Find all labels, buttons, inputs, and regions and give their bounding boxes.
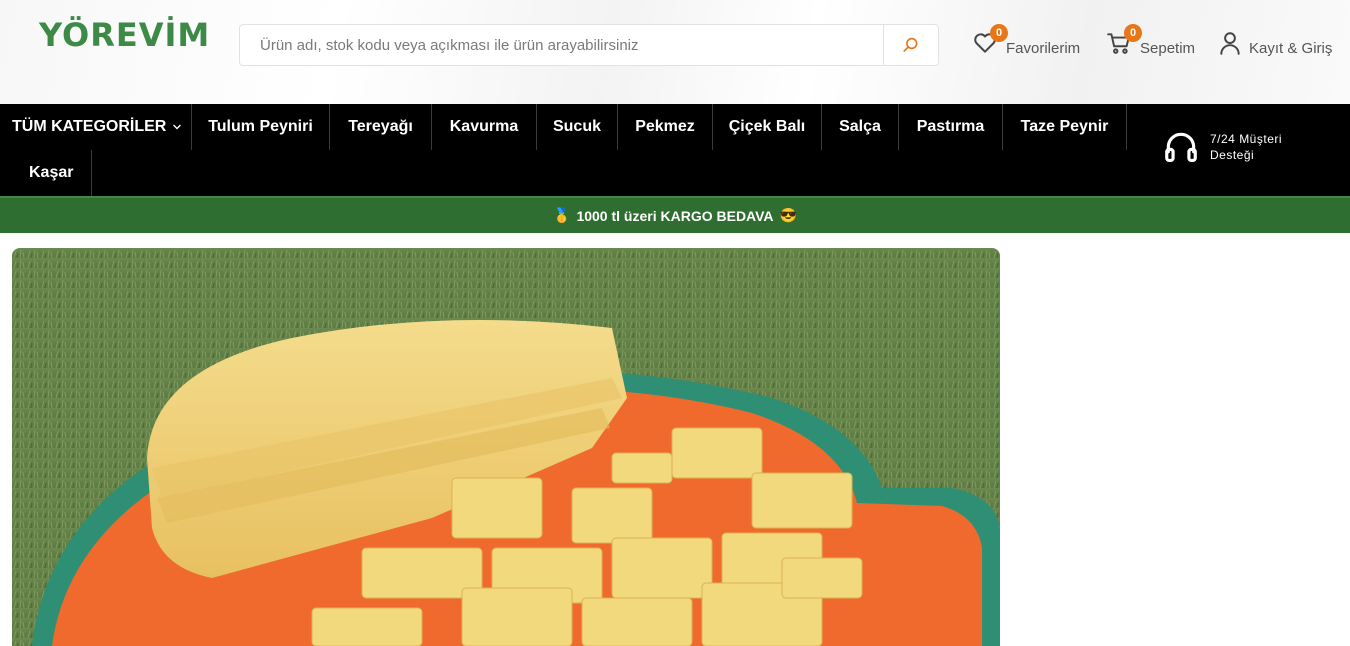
nav-item-kasar[interactable]: Kaşar: [12, 150, 92, 196]
nav-item-pastirma[interactable]: Pastırma: [899, 104, 1003, 150]
nav-item-salca[interactable]: Salça: [822, 104, 899, 150]
nav-item-tulum-peyniri[interactable]: Tulum Peyniri: [192, 104, 330, 150]
main-nav: TÜM KATEGORİLER Tulum Peyniri Tereyağı K…: [0, 104, 1350, 196]
nav-item-pekmez[interactable]: Pekmez: [618, 104, 713, 150]
cheese-on-plate-image: [12, 248, 1000, 646]
search-bar: [239, 24, 939, 66]
nav-item-cicek-bali[interactable]: Çiçek Balı: [713, 104, 822, 150]
account-link[interactable]: Kayıt & Giriş: [1217, 30, 1332, 58]
nav-item-kavurma[interactable]: Kavurma: [432, 104, 537, 150]
promo-banner: 🥇 1000 tl üzeri KARGO BEDAVA 😎: [0, 196, 1350, 233]
promo-text: 1000 tl üzeri KARGO BEDAVA: [576, 207, 774, 224]
all-categories-menu[interactable]: TÜM KATEGORİLER: [0, 104, 192, 150]
user-icon: [1220, 32, 1240, 55]
search-icon: [903, 37, 918, 52]
chevron-down-icon: [173, 124, 182, 130]
search-input[interactable]: [240, 25, 883, 65]
medal-icon: 🥇: [553, 207, 571, 223]
all-categories-label: TÜM KATEGORİLER: [12, 118, 167, 135]
nav-item-tereyagi[interactable]: Tereyağı: [330, 104, 432, 150]
site-logo[interactable]: YÖREVİM: [39, 16, 210, 54]
cart-link[interactable]: 0 Sepetim: [1106, 24, 1196, 58]
cart-count-badge: 0: [1124, 24, 1142, 42]
favorites-count-badge: 0: [990, 24, 1008, 42]
favorites-link[interactable]: 0 Favorilerim: [972, 24, 1081, 58]
nav-item-sucuk[interactable]: Sucuk: [537, 104, 618, 150]
site-header: YÖREVİM 0 Favorilerim 0 Sepetim: [0, 0, 1350, 104]
sunglasses-face-icon: 😎: [779, 207, 797, 223]
cart-label: Sepetim: [1140, 40, 1196, 57]
account-label: Kayıt & Giriş: [1249, 40, 1333, 57]
customer-support[interactable]: 7/24 Müşteri Desteği: [1162, 128, 1282, 166]
headphones-icon: [1165, 132, 1197, 163]
support-line-1: 7/24 Müşteri: [1210, 132, 1283, 146]
nav-item-taze-peynir[interactable]: Taze Peynir: [1003, 104, 1127, 150]
hero-banner-image[interactable]: [12, 248, 1000, 646]
support-line-2: Desteği: [1210, 148, 1255, 162]
search-button[interactable]: [883, 25, 938, 65]
favorites-label: Favorilerim: [1006, 40, 1081, 57]
